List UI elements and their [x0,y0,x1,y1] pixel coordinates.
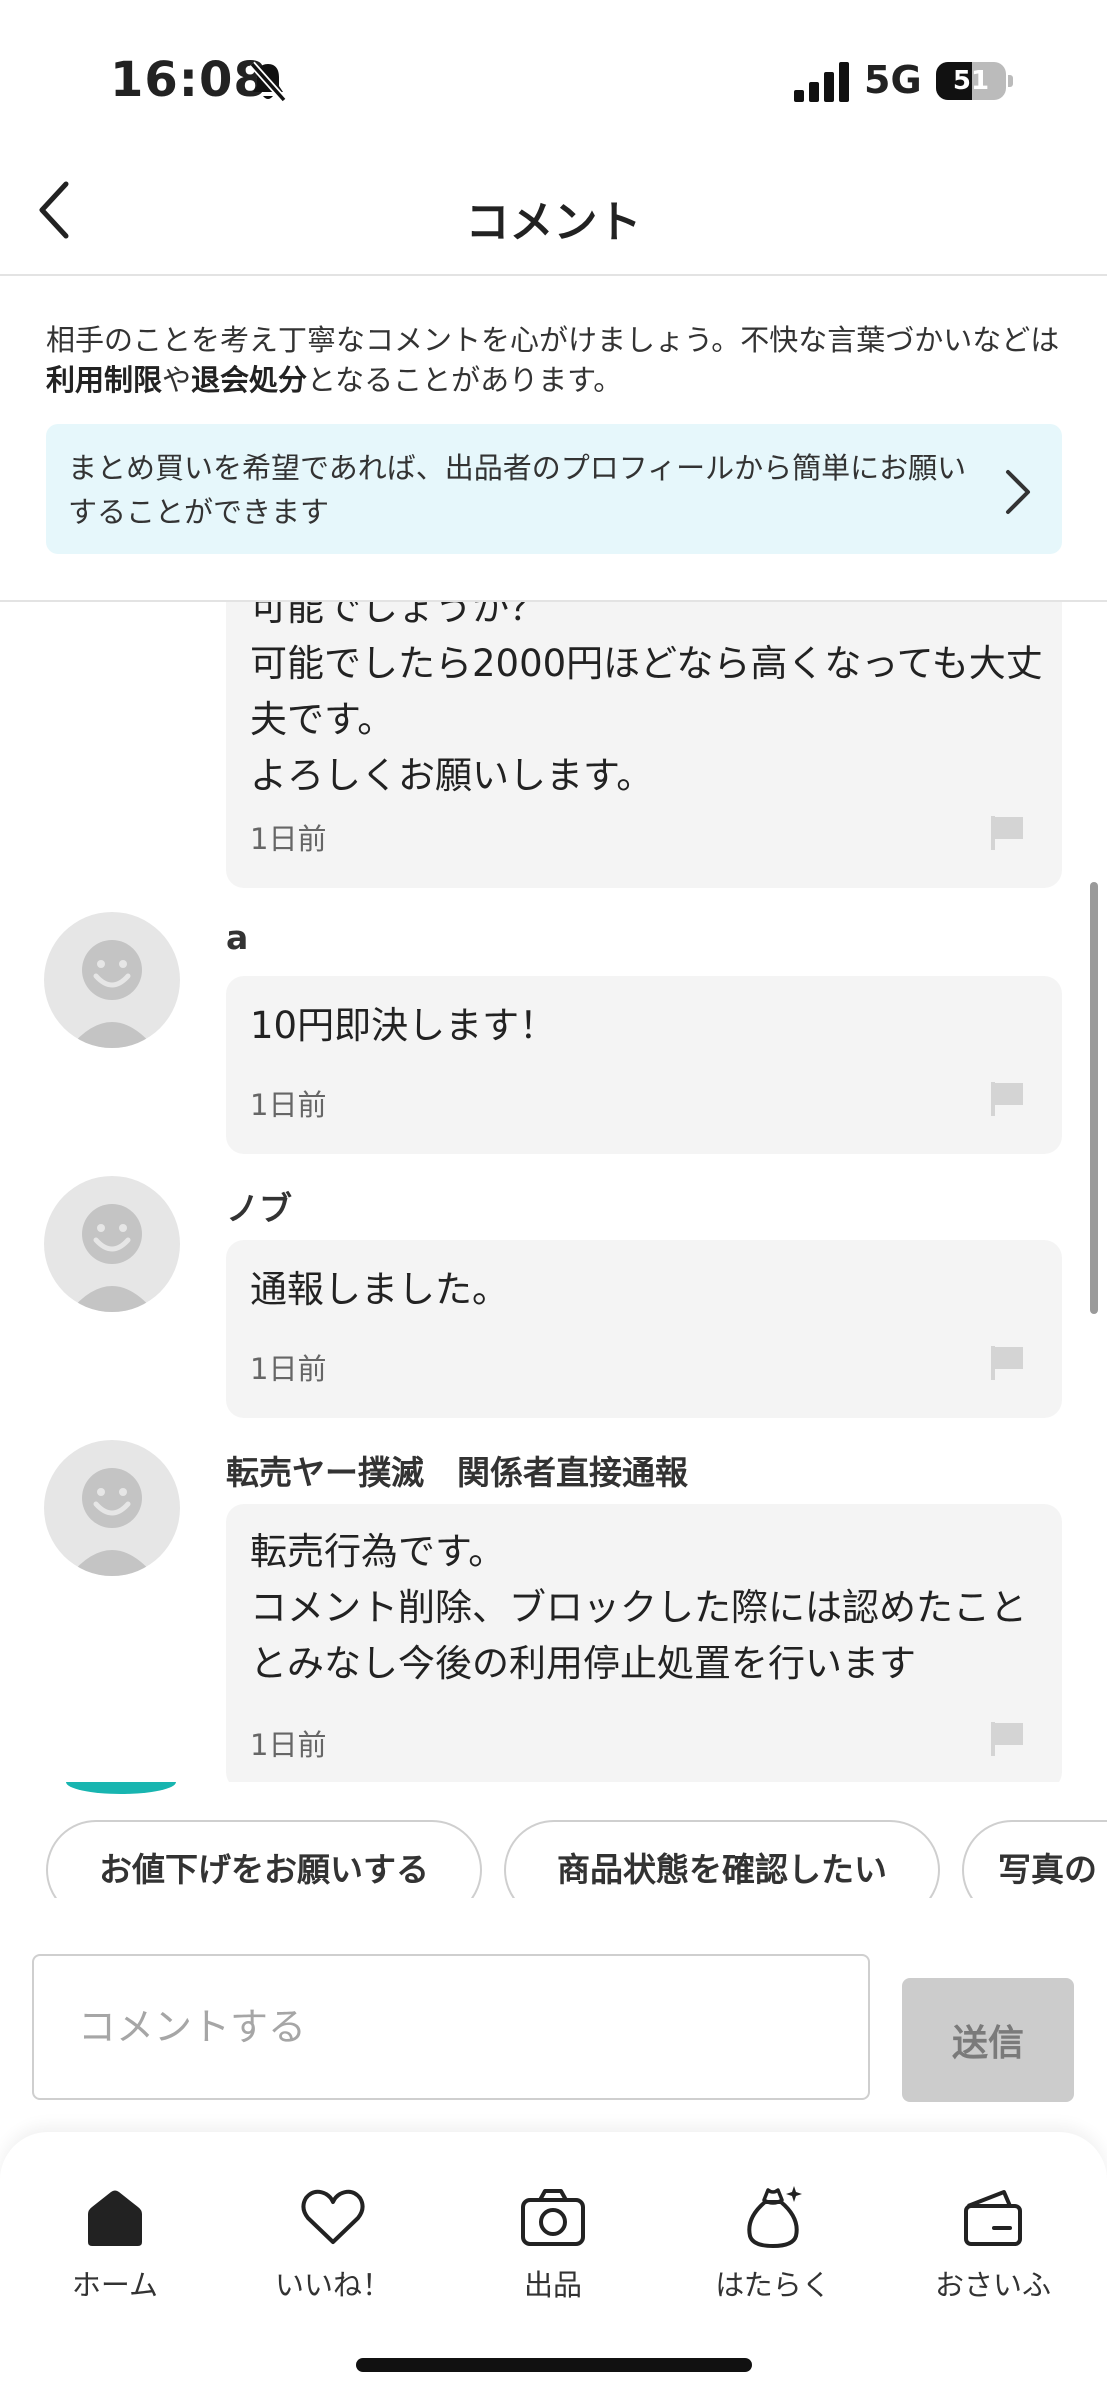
next-avatar-peek [66,1782,176,1794]
comment-input[interactable] [32,1954,870,2100]
comment-time: 1日前 [250,1088,327,1122]
quick-reply-condition[interactable]: 商品状態を確認したい [504,1820,940,1898]
chevron-right-icon [1006,470,1030,514]
wallet-icon [964,2190,1022,2246]
tab-work-label: はたらく [715,2268,831,2302]
comment-time: 1日前 [250,1352,327,1386]
bell-muted-icon [249,61,287,103]
send-button[interactable]: 送信 [902,1978,1074,2102]
default-avatar-icon [69,940,155,1048]
status-bar: 16:08 5G 51 [0,0,1107,150]
network-type: 5G [864,58,922,102]
camera-icon [521,2189,585,2246]
money-bag-icon [747,2186,802,2248]
comment-text: 10円即決します！ [250,1004,557,1047]
report-flag-icon[interactable] [990,1344,1026,1382]
bulk-purchase-text: まとめ買いを希望であれば、出品者のプロフィールから簡単にお願いすることができます [68,451,967,529]
comment-username[interactable]: 転売ヤー撲滅 関係者直接通報 [226,1446,688,1494]
tab-home[interactable]: ホーム [30,2182,200,2312]
default-avatar-icon [69,1204,155,1312]
tab-likes[interactable]: いいね！ [248,2182,418,2312]
usage-restriction-term: 利用制限 [46,363,163,397]
comment-text: 可能でしょうか？ 可能でしたら2000円ほどなら高くなっても大丈夫です。 よろし… [250,602,1043,797]
report-flag-icon[interactable] [990,1080,1026,1118]
page-title: コメント [465,197,642,248]
tab-wallet[interactable]: おさいふ [908,2182,1078,2312]
comment-guideline: 相手のことを考え丁寧なコメントを心がけましょう。不快な言葉づかいなどは利用制限や… [0,276,1107,602]
bulk-purchase-banner[interactable]: まとめ買いを希望であれば、出品者のプロフィールから簡単にお願いすることができます [46,424,1062,554]
tab-work[interactable]: はたらく [688,2182,858,2312]
comment-username[interactable]: a [226,918,248,957]
home-icon [88,2190,142,2246]
avatar[interactable] [44,1176,180,1312]
comment-bubble: 可能でしょうか？ 可能でしたら2000円ほどなら高くなっても大丈夫です。 よろし… [226,602,1062,888]
scrollbar[interactable] [1090,882,1098,1314]
comment-time: 1日前 [250,822,327,856]
quick-reply-photo[interactable]: 写真の [962,1820,1107,1898]
quick-reply-bar[interactable]: お値下げをお願いする 商品状態を確認したい 写真の [0,1782,1107,1898]
heart-icon [301,2189,365,2244]
tab-sell-label: 出品 [523,2268,582,2302]
top-bar: コメント [0,150,1107,276]
report-flag-icon[interactable] [990,1720,1026,1758]
comment-bubble: 転売行為です。 コメント削除、ブロックした際には認めたこととみなし今後の利用停止… [226,1504,1062,1782]
comment-username[interactable]: ノブ [226,1182,292,1230]
tab-likes-label: いいね！ [274,2268,391,2302]
avatar[interactable] [44,1440,180,1576]
default-avatar-icon [69,1468,155,1576]
status-time: 16:08 [110,52,268,108]
quick-reply-price-down[interactable]: お値下げをお願いする [46,1820,482,1898]
tab-home-label: ホーム [71,2268,159,2302]
tab-sell[interactable]: 出品 [468,2182,638,2312]
comment-list[interactable]: 可能でしょうか？ 可能でしたら2000円ほどなら高くなっても大丈夫です。 よろし… [0,602,1107,1782]
home-indicator[interactable] [356,2358,752,2372]
report-flag-icon[interactable] [990,814,1026,852]
guideline-text: 相手のことを考え丁寧なコメントを心がけましょう。不快な言葉づかいなどは利用制限や… [46,323,1060,397]
comment-time: 1日前 [250,1728,327,1762]
comment-bubble: 10円即決します！ 1日前 [226,976,1062,1154]
comment-bubble: 通報しました。 1日前 [226,1240,1062,1418]
battery-level: 51 [952,66,990,96]
avatar[interactable] [44,912,180,1048]
battery-icon: 51 [936,62,1013,100]
tab-wallet-label: おさいふ [934,2268,1051,2302]
comment-text: 通報しました。 [250,1268,509,1311]
comment-composer: 送信 [0,1898,1107,2108]
withdrawal-term: 退会処分 [191,363,308,397]
comment-text: 転売行為です。 コメント削除、ブロックした際には認めたこととみなし今後の利用停止… [250,1530,1027,1685]
signal-icon [794,62,849,102]
